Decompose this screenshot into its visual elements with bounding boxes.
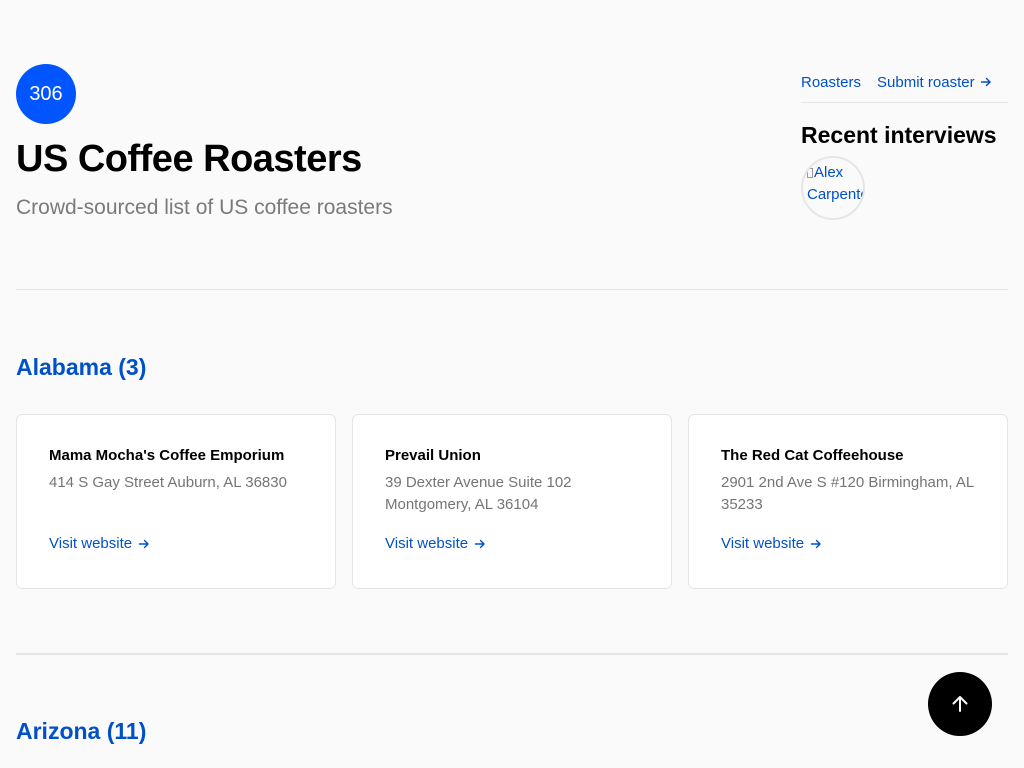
page: 306 US Coffee Roasters Crowd-sourced lis… bbox=[0, 0, 1024, 768]
arrow-right-icon bbox=[810, 539, 821, 548]
roaster-address: 39 Dexter Avenue Suite 102 Montgomery, A… bbox=[385, 474, 572, 513]
roaster-card: Prevail Union 39 Dexter Avenue Suite 102… bbox=[352, 414, 672, 589]
roaster-address: 2901 2nd Ave S #120 Birmingham, AL 35233 bbox=[721, 474, 974, 513]
state-section-arizona: Arizona (11) bbox=[16, 654, 1008, 744]
nav-submit-roaster-label: Submit roaster bbox=[877, 73, 975, 91]
roaster-name: Mama Mocha's Coffee Emporium bbox=[49, 447, 285, 464]
avatar-alt-text: Alex Carpenter bbox=[807, 164, 863, 203]
state-heading-label: Arizona (11) bbox=[16, 718, 147, 744]
state-heading-label: Alabama (3) bbox=[16, 354, 147, 380]
page-title: US Coffee Roasters bbox=[16, 138, 362, 180]
arrow-right-icon bbox=[980, 77, 991, 87]
site-header: 306 US Coffee Roasters Crowd-sourced lis… bbox=[16, 0, 1008, 290]
interview-avatar[interactable]: Alex Carpenter bbox=[801, 156, 865, 220]
visit-website-link[interactable]: Visit website bbox=[49, 535, 150, 552]
roaster-name: The Red Cat Coffeehouse bbox=[721, 447, 904, 464]
visit-website-link[interactable]: Visit website bbox=[385, 535, 486, 552]
arrow-right-icon bbox=[138, 539, 149, 548]
recent-interviews-heading: Recent interviews bbox=[801, 122, 997, 148]
nav-submit-roaster-link[interactable]: Submit roaster bbox=[877, 74, 992, 91]
header-side-panel: Roasters Submit roaster Recent interview… bbox=[801, 64, 1008, 220]
nav-roasters-link[interactable]: Roasters bbox=[801, 74, 861, 91]
arrow-right-icon bbox=[474, 539, 485, 548]
arrow-up-icon bbox=[952, 696, 968, 712]
roaster-card: Mama Mocha's Coffee Emporium 414 S Gay S… bbox=[16, 414, 336, 589]
roaster-address: 414 S Gay Street Auburn, AL 36830 bbox=[49, 474, 287, 491]
visit-website-label: Visit website bbox=[49, 535, 133, 552]
page-subtitle: Crowd-sourced list of US coffee roasters bbox=[16, 196, 393, 219]
state-section-alabama: Alabama (3) Mama Mocha's Coffee Emporium… bbox=[16, 290, 1008, 654]
broken-image-icon bbox=[807, 168, 813, 179]
state-heading[interactable]: Alabama (3) bbox=[16, 354, 146, 381]
visit-website-link[interactable]: Visit website bbox=[721, 535, 822, 552]
state-heading[interactable]: Arizona (11) bbox=[16, 718, 146, 745]
visit-website-label: Visit website bbox=[385, 535, 469, 552]
scroll-to-top-button[interactable] bbox=[928, 672, 992, 736]
roaster-name: Prevail Union bbox=[385, 447, 481, 464]
roaster-card-list: Mama Mocha's Coffee Emporium 414 S Gay S… bbox=[16, 414, 1008, 589]
roaster-count-badge: 306 bbox=[16, 64, 76, 124]
roaster-card: The Red Cat Coffeehouse 2901 2nd Ave S #… bbox=[688, 414, 1008, 589]
top-nav: Roasters Submit roaster bbox=[801, 64, 1008, 103]
visit-website-label: Visit website bbox=[721, 535, 805, 552]
